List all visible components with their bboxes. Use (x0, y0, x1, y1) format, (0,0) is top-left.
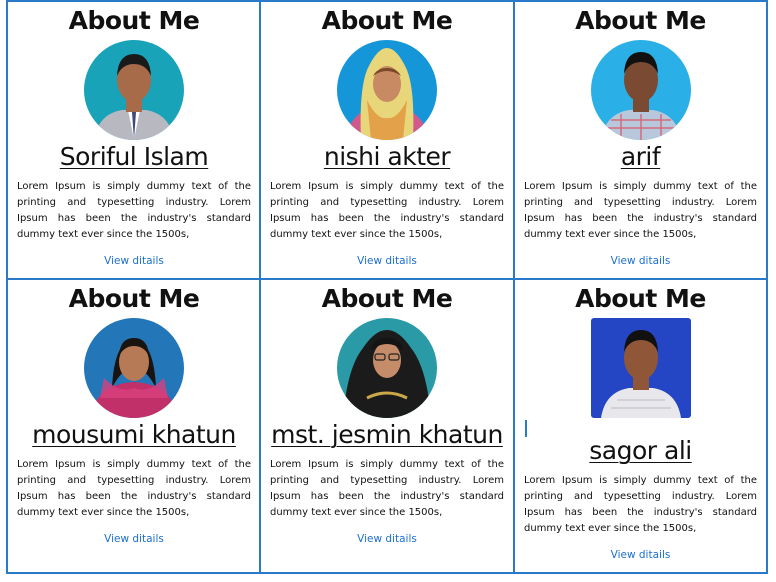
profile-card: About Me mst. jesmin khatun Lorem Ipsum … (259, 278, 515, 574)
profile-description: Lorem Ipsum is simply dummy text of the … (17, 181, 251, 240)
text-caret (525, 420, 527, 437)
profile-card: About Me mousumi khatun Lorem Ipsum is s… (6, 278, 262, 574)
profile-name-link[interactable]: sagor ali (515, 436, 766, 465)
profile-name-link[interactable]: arif (515, 142, 766, 171)
view-details-link[interactable]: View ditails (261, 255, 513, 267)
profile-photo (84, 40, 184, 140)
person-photo-icon (84, 318, 184, 418)
profile-description: Lorem Ipsum is simply dummy text of the … (270, 459, 504, 518)
profile-description: Lorem Ipsum is simply dummy text of the … (524, 475, 757, 534)
profile-card: About Me sagor ali Lorem Ipsum is simply… (513, 278, 768, 574)
person-photo-icon (337, 40, 437, 140)
profile-name-link[interactable]: mousumi khatun (8, 420, 260, 449)
card-heading: About Me (575, 6, 706, 35)
profile-card: About Me Soriful Islam Lorem Ipsum is si… (6, 0, 262, 280)
profile-photo (84, 318, 184, 418)
view-details-link[interactable]: View ditails (261, 533, 513, 545)
view-details-link[interactable]: View ditails (515, 549, 766, 561)
card-heading: About Me (321, 6, 453, 35)
person-photo-icon (84, 40, 184, 140)
person-photo-icon (590, 40, 691, 140)
card-heading: About Me (68, 284, 200, 313)
profiles-grid: About Me Soriful Islam Lorem Ipsum is si… (6, 0, 768, 574)
profile-photo (337, 318, 437, 418)
view-details-link[interactable]: View ditails (8, 255, 260, 267)
view-details-link[interactable]: View ditails (8, 533, 260, 545)
profile-card: About Me arif Lorem Ipsum is simply dumm… (513, 0, 768, 280)
view-details-link[interactable]: View ditails (515, 255, 766, 267)
profile-photo (590, 40, 691, 140)
profile-description: Lorem Ipsum is simply dummy text of the … (524, 181, 757, 240)
card-heading: About Me (321, 284, 453, 313)
profile-photo (590, 318, 691, 418)
person-photo-icon (337, 318, 437, 418)
card-heading: About Me (575, 284, 706, 313)
profile-description: Lorem Ipsum is simply dummy text of the … (270, 181, 504, 240)
profile-description: Lorem Ipsum is simply dummy text of the … (17, 459, 251, 518)
profile-photo (337, 40, 437, 140)
profile-name-link[interactable]: mst. jesmin khatun (261, 420, 513, 449)
person-photo-icon (590, 318, 691, 418)
card-heading: About Me (68, 6, 200, 35)
profile-name-link[interactable]: Soriful Islam (8, 142, 260, 171)
profile-card: About Me nishi akter Lorem Ipsum is simp… (259, 0, 515, 280)
profile-name-link[interactable]: nishi akter (261, 142, 513, 171)
